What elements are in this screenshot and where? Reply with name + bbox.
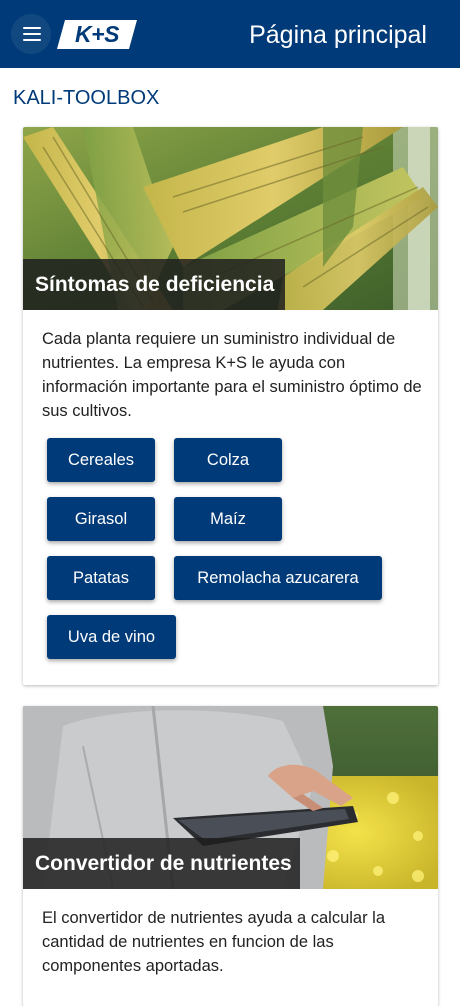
menu-icon-line bbox=[23, 39, 41, 42]
page-title: Página principal bbox=[249, 21, 427, 49]
menu-icon-line bbox=[23, 27, 41, 30]
section-heading: KALI-TOOLBOX bbox=[13, 87, 160, 109]
farmer-tablet-image: Convertidor de nutrientes bbox=[23, 706, 438, 889]
logo-text: K+S bbox=[75, 21, 119, 47]
card-title: Síntomas de deficiencia bbox=[23, 259, 285, 310]
crop-button-patatas[interactable]: Patatas bbox=[47, 556, 155, 600]
crop-button-uva-de-vino[interactable]: Uva de vino bbox=[47, 615, 176, 659]
menu-button[interactable] bbox=[11, 14, 51, 54]
crop-button-colza[interactable]: Colza bbox=[174, 438, 282, 482]
leaves-image: Síntomas de deficiencia bbox=[23, 127, 438, 310]
crop-button-maiz[interactable]: Maíz bbox=[174, 497, 282, 541]
crop-button-cereales[interactable]: Cereales bbox=[47, 438, 155, 482]
logo[interactable]: K+S bbox=[57, 20, 137, 49]
crop-button-remolacha-azucarera[interactable]: Remolacha azucarera bbox=[174, 556, 382, 600]
nutrient-converter-card[interactable]: Convertidor de nutrientes El convertidor… bbox=[23, 706, 438, 1006]
crop-button-girasol[interactable]: Girasol bbox=[47, 497, 155, 541]
top-app-bar: K+S Página principal bbox=[0, 0, 460, 68]
card-title: Convertidor de nutrientes bbox=[23, 838, 300, 889]
deficiency-symptoms-card: Síntomas de deficiencia Cada planta requ… bbox=[23, 127, 438, 685]
card-description: El convertidor de nutrientes ayuda a cal… bbox=[42, 909, 386, 975]
menu-icon-line bbox=[23, 33, 41, 36]
card-description: Cada planta requiere un suministro indiv… bbox=[42, 330, 422, 420]
